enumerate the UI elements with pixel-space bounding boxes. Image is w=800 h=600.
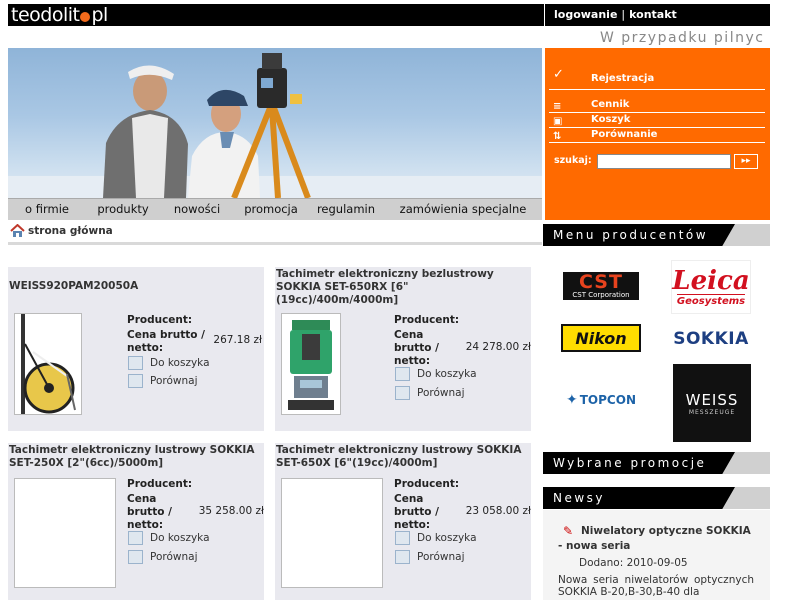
product-title[interactable]: Tachimetr elektroniczny bezlustrowy SOKK… [276,268,530,307]
home-icon[interactable] [10,224,25,238]
add-to-cart-link[interactable]: Do koszyka [395,367,477,381]
news-box: ✎ Niwelatory optyczne SOKKIA - nowa seri… [543,510,770,600]
price-label: Cena brutto / netto: [394,329,439,367]
list-icon: ≡ [553,101,562,112]
product-image[interactable] [14,478,116,588]
add-to-cart-link[interactable]: Do koszyka [395,531,477,545]
add-to-cart-link[interactable]: Do koszyka [128,356,210,370]
producers-menu-header: Menu producentów [543,224,770,246]
total-station-image [282,314,340,414]
search-input[interactable] [597,154,731,169]
weiss-logo[interactable]: WEISS MESSZEUGE [673,364,751,442]
breadcrumb-divider [8,242,542,245]
nav-item-special-orders[interactable]: zamówienia specjalne [384,199,542,220]
topcon-mark-icon: ✦ [566,392,578,408]
nikon-logo[interactable]: Nikon [561,324,641,352]
compare-panel-link[interactable]: ⇅ Porównanie [549,128,765,143]
product-card: WEISS920PAM20050A Producent: Cena brutto… [8,267,264,431]
nav-item-about[interactable]: o firmie [8,199,86,220]
compare-link[interactable]: Porównaj [128,374,198,388]
product-title[interactable]: Tachimetr elektroniczny lustrowy SOKKIA … [9,444,263,470]
search-label: szukaj: [554,155,592,166]
product-title[interactable]: WEISS920PAM20050A [9,280,263,293]
producer-logos: CST CST Corporation Leica Geosystems Nik… [543,246,770,450]
producer-label: Producent: [394,314,460,326]
compare-link[interactable]: Porównaj [128,550,198,564]
price-list-link[interactable]: ≡ Cennik [549,98,765,113]
hero-surveyors-illustration [8,53,542,198]
product-image[interactable] [14,313,82,415]
nav-item-news[interactable]: nowości [160,199,234,220]
add-to-cart-link[interactable]: Do koszyka [128,531,210,545]
logo[interactable]: teodolit pl [11,4,108,26]
news-header: Newsy [543,487,770,509]
product-image[interactable] [281,478,383,588]
news-date: Dodano: 2010-09-05 [579,557,688,569]
cart-icon [395,367,410,381]
top-menu-separator: | [621,8,626,21]
nav-item-promotion[interactable]: promocja [234,199,308,220]
product-title[interactable]: Tachimetr elektroniczny lustrowy SOKKIA … [276,444,530,470]
search-button[interactable]: ▸▸ [734,154,758,169]
compare-icon [128,374,143,388]
compare-link[interactable]: Porównaj [395,550,465,564]
producer-label: Producent: [394,478,460,490]
price-value: 267.18 zł [213,334,262,346]
price-value: 23 058.00 zł [465,505,531,517]
price-value: 35 258.00 zł [198,505,264,517]
compare-icon [395,386,410,400]
checkmark-icon: ✓ [553,67,564,82]
producer-label: Producent: [127,314,193,326]
news-icon: ✎ [563,524,574,538]
product-image[interactable] [281,313,341,415]
product-card: Tachimetr elektroniczny bezlustrowy SOKK… [275,267,531,431]
cart-icon [128,356,143,370]
price-label: Cena brutto / netto: [127,329,205,354]
product-card: Tachimetr elektroniczny lustrowy SOKKIA … [275,443,531,600]
news-title[interactable]: ✎ Niwelatory optyczne SOKKIA [558,524,758,538]
compare-link[interactable]: Porównaj [395,386,465,400]
product-card: Tachimetr elektroniczny lustrowy SOKKIA … [8,443,264,600]
cart-link[interactable]: ▣ Koszyk [549,113,765,128]
measuring-wheel-image [15,314,81,414]
hero-banner [8,48,542,198]
top-bar: teodolit pl logowanie | kontakt [8,4,770,26]
cart-icon [128,531,143,545]
sokkia-logo[interactable]: SOKKIA [669,326,753,352]
news-body: Nowa seria niwelatorów optycznych SOKKIA… [558,574,754,598]
login-link[interactable]: logowanie [554,8,617,21]
promotions-header: Wybrane promocje [543,452,770,474]
cart-icon [395,531,410,545]
main-nav: o firmie produkty nowości promocja regul… [8,198,542,220]
breadcrumb: strona główna [8,221,542,241]
nav-item-products[interactable]: produkty [86,199,160,220]
breadcrumb-home-link[interactable]: strona główna [28,225,113,237]
compare-icon [395,550,410,564]
compare-icon [128,550,143,564]
contact-link[interactable]: kontakt [629,8,677,21]
user-panel: ✓ Rejestracja ≡ Cennik ▣ Koszyk ⇅ Porówn… [545,48,770,220]
producer-label: Producent: [127,478,193,490]
price-label: Cena brutto / netto: [394,493,439,531]
leica-logo[interactable]: Leica Geosystems [671,260,751,314]
price-label: Cena brutto / netto: [127,493,172,531]
logo-dot-icon [80,12,91,22]
cart-icon: ▣ [553,116,563,127]
nav-item-terms[interactable]: regulamin [308,199,384,220]
top-menu: logowanie | kontakt [544,4,770,26]
price-value: 24 278.00 zł [465,341,531,353]
scrolling-announcement: W przypadku pilnyc [600,30,765,46]
news-title-continued[interactable]: - nowa seria [558,540,630,552]
cst-logo[interactable]: CST CST Corporation [563,272,639,300]
compare-icon: ⇅ [553,131,562,142]
topcon-logo[interactable]: ✦ TOPCON [559,390,643,410]
register-link[interactable]: ✓ Rejestracja [549,68,765,90]
